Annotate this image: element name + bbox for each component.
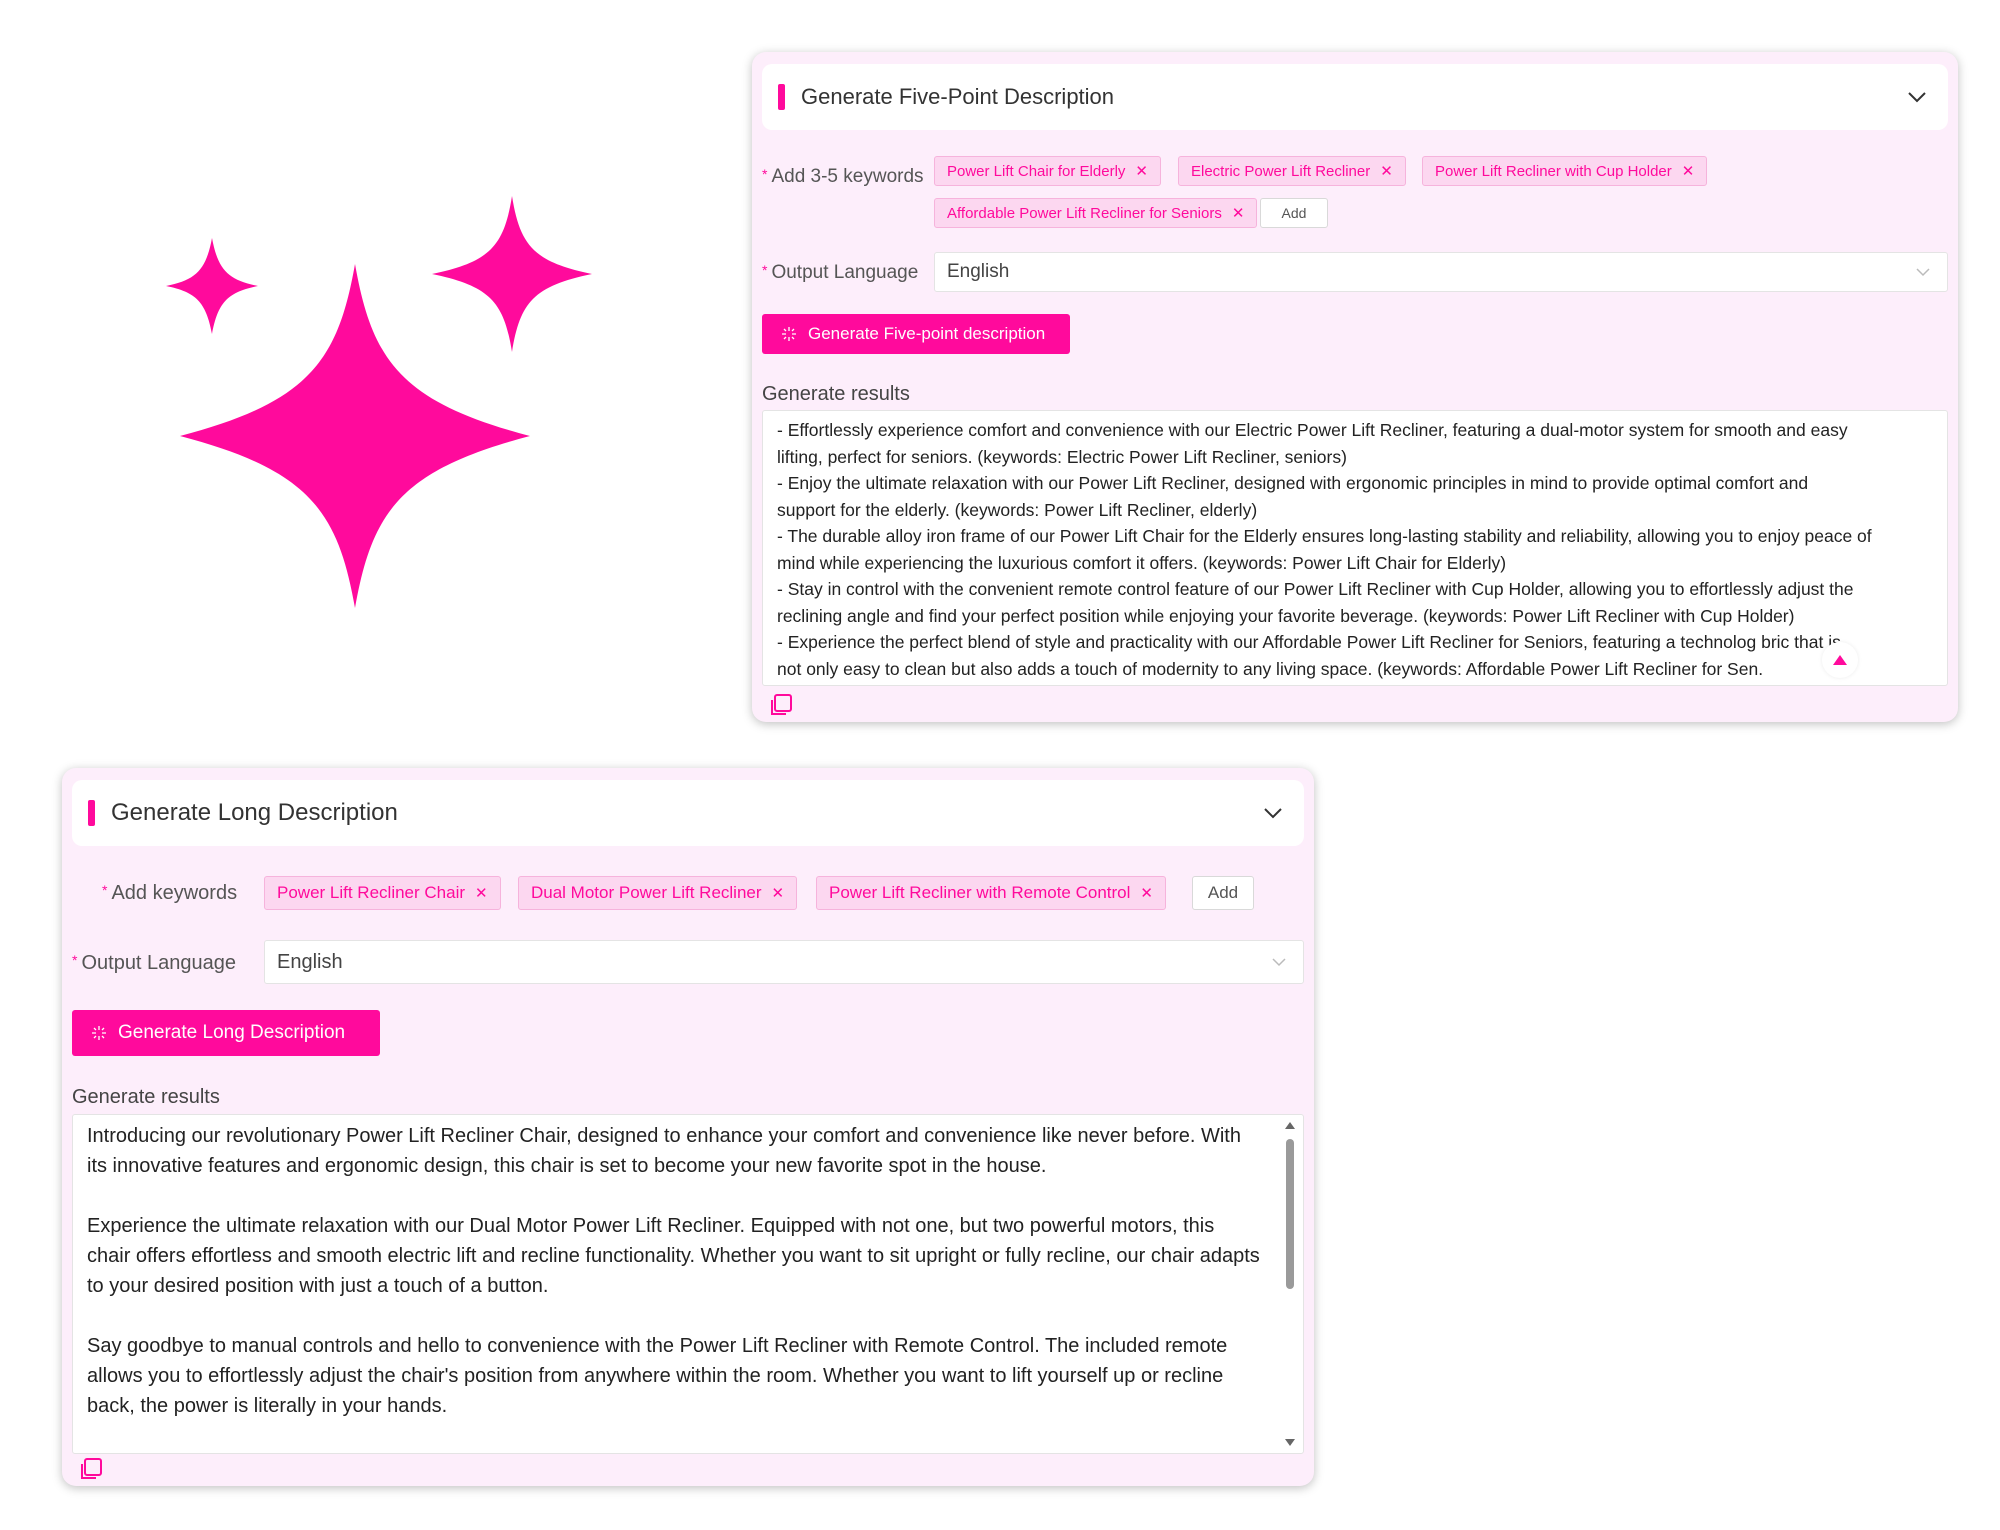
keyword-tag: Power Lift Recliner with Remote Control ✕ [816,876,1166,910]
scrollbar-thumb[interactable] [1286,1139,1294,1289]
copy-icon[interactable] [768,692,794,718]
keyword-tag: Dual Motor Power Lift Recliner ✕ [518,876,798,910]
chevron-down-icon [1272,958,1286,967]
accent-bar [88,800,95,826]
language-label: * Output Language [72,952,237,974]
result-line: mind while experiencing the luxurious co… [777,552,1507,573]
sparkle-icon [92,1026,106,1040]
add-keyword-button[interactable]: Add [1260,198,1328,228]
results-label: Generate results [72,1086,220,1108]
sparkle-icon [782,327,796,341]
keyword-tag: Electric Power Lift Recliner ✕ [1178,156,1406,186]
add-keyword-button[interactable]: Add [1192,876,1254,910]
close-icon[interactable]: ✕ [1682,162,1695,180]
result-paragraph: Experience the ultimate relaxation with … [87,1215,1260,1297]
long-description-panel: Generate Long Description * Add keywords … [62,768,1314,1486]
caret-down-icon[interactable] [1283,1435,1297,1449]
keywords-label: * Add 3-5 keywords [762,166,924,187]
result-line: - Enjoy the ultimate relaxation with our… [777,473,1809,493]
chevron-down-icon[interactable] [1906,86,1928,108]
result-line: - Experience the perfect blend of style … [777,632,1841,652]
close-icon[interactable]: ✕ [772,884,785,902]
panel-title: Generate Five-Point Description [801,84,1115,109]
generate-five-point-button[interactable]: Generate Five-point description [762,314,1070,354]
chevron-down-icon [1916,268,1930,277]
result-paragraph: Introducing our revolutionary Power Lift… [87,1125,1241,1177]
close-icon[interactable]: ✕ [1135,162,1148,180]
keyword-tag: Affordable Power Lift Recliner for Senio… [934,198,1258,228]
long-description-header[interactable]: Generate Long Description [72,780,1304,846]
close-icon[interactable]: ✕ [1140,884,1153,902]
result-line: not only easy to clean but also adds a t… [777,658,1764,679]
close-icon[interactable]: ✕ [475,884,488,902]
results-label: Generate results [762,383,910,405]
generate-long-description-button[interactable]: Generate Long Description [72,1010,380,1056]
language-select[interactable]: English [934,252,1948,292]
keyword-tag: Power Lift Recliner Chair ✕ [264,876,501,910]
result-line: - The durable alloy iron frame of our Po… [777,526,1872,546]
language-label: * Output Language [762,262,919,283]
accent-bar [778,84,785,110]
result-paragraph: Say goodbye to manual controls and hello… [87,1335,1228,1417]
result-line: reclining angle and find your perfect po… [777,605,1795,626]
sparkle-icon [166,196,592,608]
result-line: lifting, perfect for seniors. (keywords:… [777,446,1347,467]
result-line: support for the elderly. (keywords: Powe… [777,499,1258,520]
keyword-tag: Power Lift Chair for Elderly ✕ [934,156,1161,186]
result-line: - Stay in control with the convenient re… [777,579,1854,599]
keywords-label: * Add keywords [102,882,238,904]
five-point-header[interactable]: Generate Five-Point Description [762,64,1948,130]
caret-up-icon [1833,655,1847,665]
five-point-panel: Generate Five-Point Description * Add 3-5… [752,52,1958,722]
chevron-down-icon[interactable] [1262,802,1284,824]
copy-icon[interactable] [78,1456,104,1482]
panel-title: Generate Long Description [111,799,398,826]
results-textarea[interactable]: Introducing our revolutionary Power Lift… [72,1114,1304,1454]
caret-up-icon[interactable] [1283,1119,1297,1133]
scrollbar[interactable] [1283,1119,1297,1449]
result-line: - Effortlessly experience comfort and co… [777,420,1848,440]
close-icon[interactable]: ✕ [1380,162,1393,180]
scroll-to-top-button[interactable] [1822,642,1858,678]
close-icon[interactable]: ✕ [1232,204,1245,222]
language-select[interactable]: English [264,940,1304,984]
results-textarea[interactable]: - Effortlessly experience comfort and co… [762,410,1948,686]
keyword-tag: Power Lift Recliner with Cup Holder ✕ [1422,156,1708,186]
